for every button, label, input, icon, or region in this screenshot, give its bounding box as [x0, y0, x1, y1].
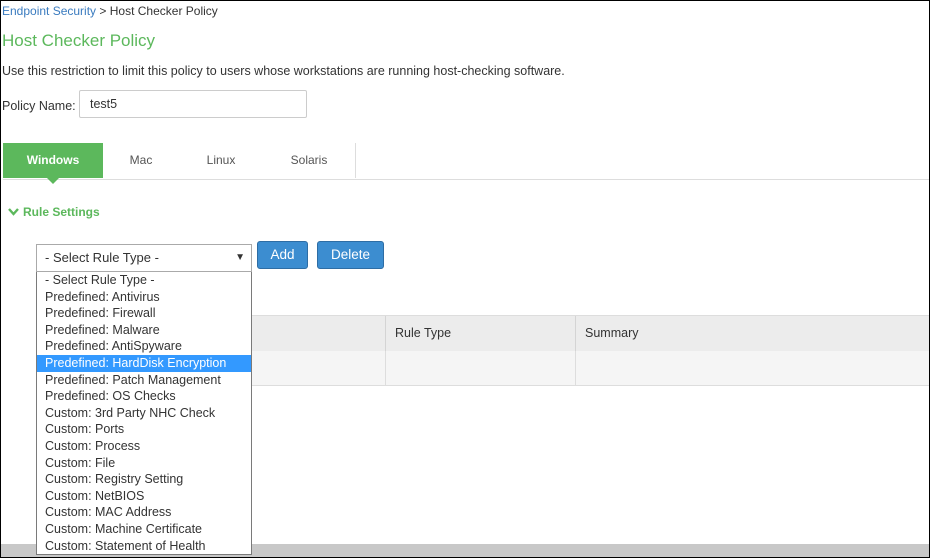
dropdown-option[interactable]: Custom: Machine Certificate [37, 521, 251, 538]
page-title: Host Checker Policy [2, 31, 156, 50]
rule-type-select-value: - Select Rule Type - [45, 250, 159, 265]
rule-type-dropdown-list: - Select Rule Type - Predefined: Antivir… [36, 272, 252, 555]
add-button[interactable]: Add [257, 241, 308, 269]
app-frame: Endpoint Security > Host Checker Policy … [0, 0, 930, 558]
dropdown-option[interactable]: Predefined: Patch Management [37, 372, 251, 389]
dropdown-option[interactable]: Predefined: Malware [37, 322, 251, 339]
dropdown-option[interactable]: - Select Rule Type - [37, 272, 251, 289]
dropdown-option[interactable]: Custom: MAC Address [37, 504, 251, 521]
column-header-rule-type: Rule Type [385, 316, 575, 351]
dropdown-option[interactable]: Custom: NetBIOS [37, 488, 251, 505]
rule-type-select[interactable]: - Select Rule Type - ▼ [36, 244, 252, 272]
dropdown-option[interactable]: Predefined: AntiSpyware [37, 338, 251, 355]
dropdown-arrow-icon: ▼ [235, 252, 245, 263]
dropdown-option[interactable]: Predefined: Antivirus [37, 289, 251, 306]
breadcrumb-link-endpoint-security[interactable]: Endpoint Security [2, 4, 96, 18]
dropdown-option[interactable]: Custom: Process [37, 438, 251, 455]
dropdown-option[interactable]: Custom: Registry Setting [37, 471, 251, 488]
tab-linux[interactable]: Linux [179, 143, 264, 178]
breadcrumb-current: Host Checker Policy [109, 4, 218, 18]
dropdown-option[interactable]: Custom: Ports [37, 421, 251, 438]
tab-solaris[interactable]: Solaris [263, 143, 356, 178]
dropdown-option-highlighted[interactable]: Predefined: HardDisk Encryption [37, 354, 251, 372]
policy-name-label: Policy Name: [2, 99, 76, 113]
delete-button[interactable]: Delete [317, 241, 384, 269]
breadcrumb-separator: > [96, 4, 110, 18]
policy-name-input[interactable] [79, 90, 307, 118]
tab-windows[interactable]: Windows [3, 143, 103, 184]
rule-settings-toggle[interactable]: Rule Settings [8, 205, 100, 219]
dropdown-option[interactable]: Custom: File [37, 455, 251, 472]
dropdown-option[interactable]: Predefined: Firewall [37, 305, 251, 322]
chevron-down-icon [8, 207, 19, 219]
dropdown-option[interactable]: Custom: 3rd Party NHC Check [37, 405, 251, 422]
dropdown-option[interactable]: Predefined: OS Checks [37, 388, 251, 405]
dropdown-option[interactable]: Custom: Statement of Health [37, 538, 251, 555]
page-description: Use this restriction to limit this polic… [2, 64, 565, 78]
table-cell [575, 351, 929, 385]
platform-tabs: Windows Mac Linux Solaris [3, 143, 929, 184]
column-header-summary: Summary [575, 316, 929, 351]
rule-settings-label: Rule Settings [23, 205, 100, 219]
breadcrumb: Endpoint Security > Host Checker Policy [2, 4, 218, 18]
tab-mac[interactable]: Mac [103, 143, 180, 178]
table-cell [385, 351, 575, 385]
